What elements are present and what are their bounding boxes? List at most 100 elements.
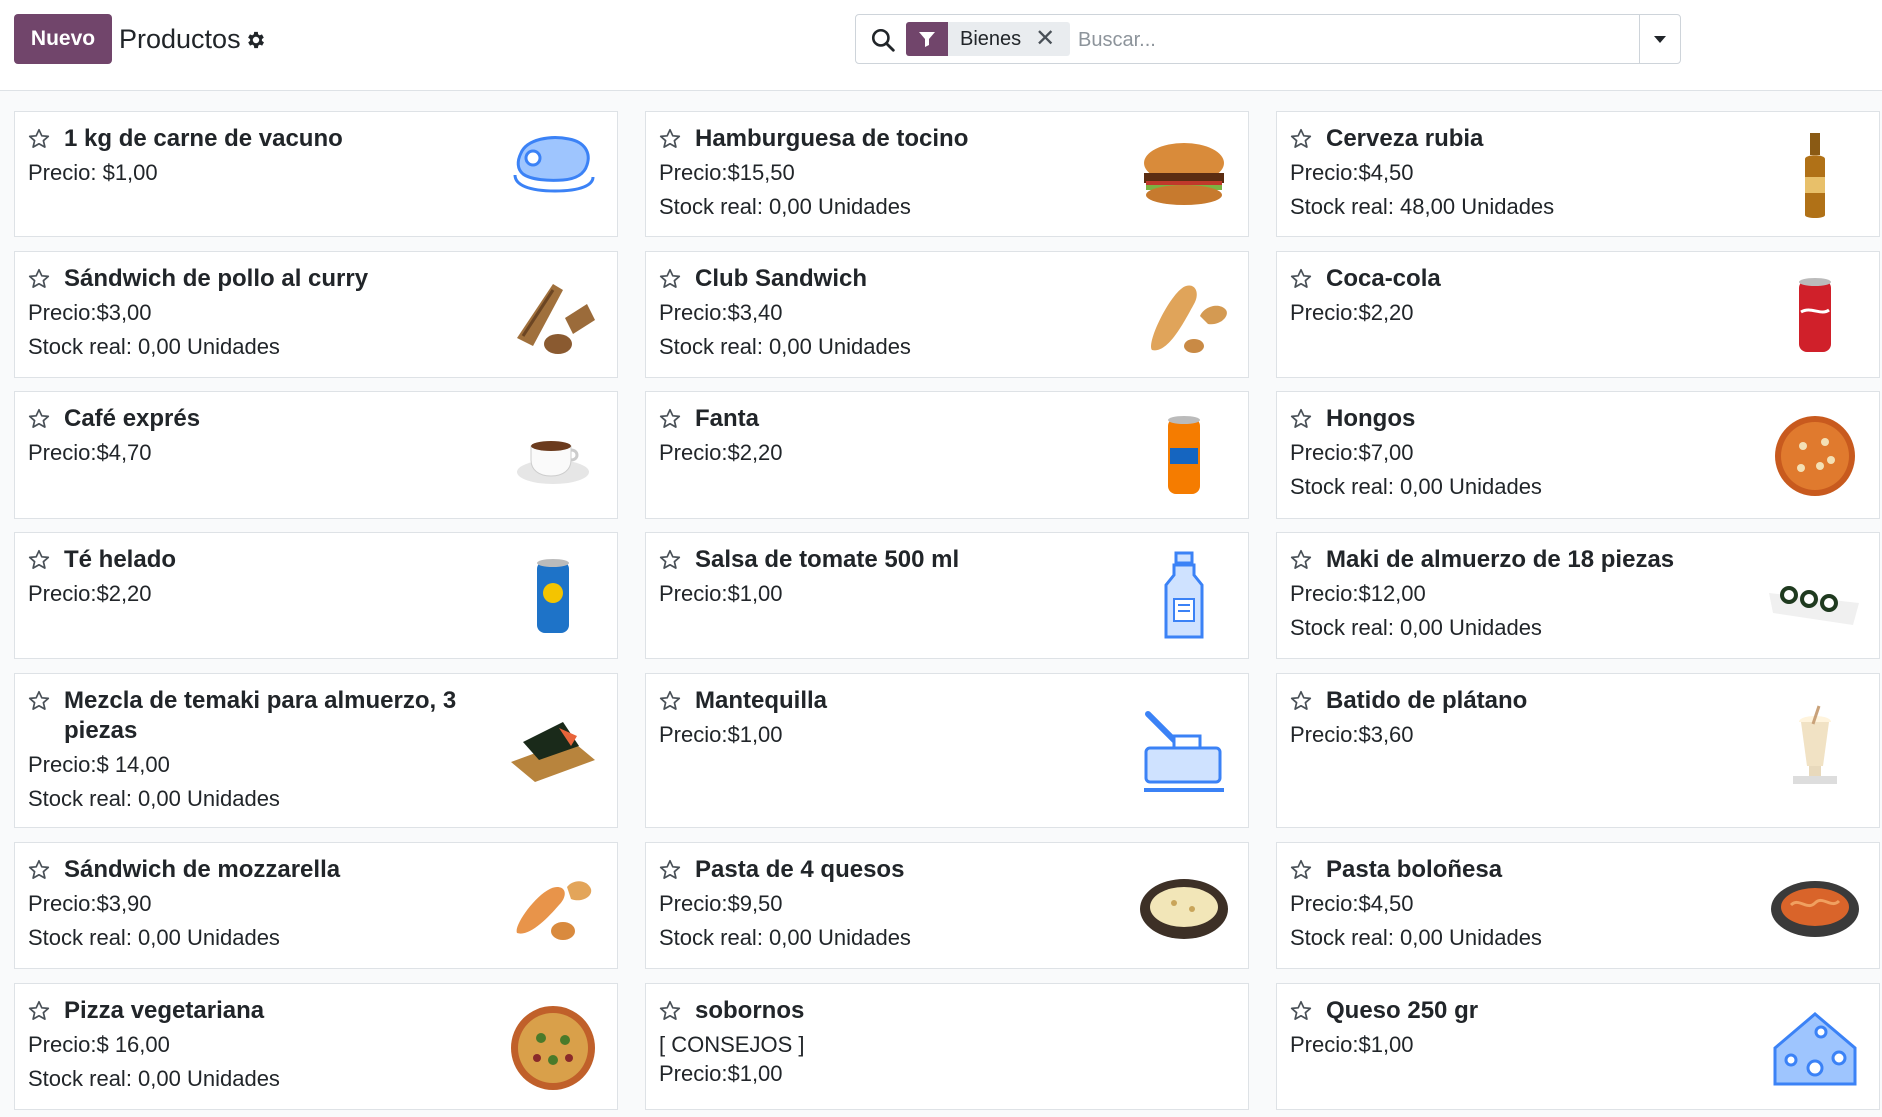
club-sandwich-image [1151, 285, 1227, 353]
caret-down-icon[interactable] [1640, 15, 1680, 63]
product-price: Precio:$1,00 [659, 1061, 783, 1086]
favorite-star-icon[interactable] [658, 407, 682, 431]
iced-tea-can-image [537, 559, 569, 633]
espresso-cup-image [517, 441, 589, 484]
product-stock: Stock real: 0,00 Unidades [659, 925, 911, 950]
product-name: Sándwich de mozzarella [64, 856, 341, 883]
product-card[interactable]: Mezcla de temaki para almuerzo, 3 piezas… [14, 673, 618, 828]
gear-icon[interactable] [245, 29, 267, 51]
product-name: 1 kg de carne de vacuno [64, 125, 343, 152]
favorite-star-icon[interactable] [1289, 999, 1313, 1023]
favorite-star-icon[interactable] [1289, 858, 1313, 882]
product-price: Precio:$ 14,00 [28, 752, 170, 777]
product-name: Té helado [64, 546, 177, 573]
favorite-star-icon[interactable] [658, 858, 682, 882]
product-price: Precio:$3,60 [1290, 722, 1414, 747]
product-price: Precio:$4,70 [28, 440, 152, 465]
search-facet: Bienes ✕ [906, 22, 1070, 56]
favorite-star-icon[interactable] [27, 858, 51, 882]
product-name: Hongos [1326, 405, 1416, 432]
favorite-star-icon[interactable] [27, 127, 51, 151]
product-card[interactable]: Té helado Precio:$2,20 [14, 532, 618, 659]
product-card[interactable]: Sándwich de pollo al curry Precio:$3,00 St… [14, 251, 618, 378]
product-name: Café exprés [64, 405, 201, 432]
product-price: Precio:$9,50 [659, 891, 783, 916]
product-stock: Stock real: 48,00 Unidades [1290, 194, 1555, 219]
product-name: Mantequilla [695, 687, 828, 714]
product-stock: Stock real: 0,00 Unidades [28, 925, 280, 950]
control-panel: Nuevo Productos Bienes ✕ [0, 0, 1882, 91]
favorite-star-icon[interactable] [658, 267, 682, 291]
favorite-star-icon[interactable] [1289, 689, 1313, 713]
product-card[interactable]: Maki de almuerzo de 18 piezas Precio:$12,… [1276, 532, 1880, 659]
product-card[interactable]: Fanta Precio:$2,20 [645, 391, 1249, 519]
sauce-bottle-icon [1164, 551, 1204, 639]
favorite-star-icon[interactable] [658, 999, 682, 1023]
product-name: Salsa de tomate 500 ml [695, 546, 960, 573]
product-name: Queso 250 gr [1326, 997, 1479, 1024]
product-card[interactable]: Salsa de tomate 500 ml Precio:$1,00 [645, 532, 1249, 659]
product-card[interactable]: Sándwich de mozzarella Precio:$3,90 Stock … [14, 842, 618, 969]
product-card[interactable]: Queso 250 gr Precio:$1,00 [1276, 983, 1880, 1110]
product-name: Fanta [695, 405, 760, 432]
product-name: Cerveza rubia [1326, 125, 1484, 152]
product-price: Precio:$2,20 [28, 581, 152, 606]
search-input[interactable] [1076, 23, 1500, 57]
butter-icon [1144, 711, 1224, 792]
favorite-star-icon[interactable] [658, 548, 682, 572]
favorite-star-icon[interactable] [1289, 127, 1313, 151]
product-price: Precio:$15,50 [659, 160, 795, 185]
favorite-star-icon[interactable] [27, 267, 51, 291]
product-name: Sándwich de pollo al curry [64, 265, 369, 292]
product-card[interactable]: Hongos Precio:$7,00 Stock real: 0,00 Unida… [1276, 391, 1880, 519]
product-card[interactable]: Pasta de 4 quesos Precio:$9,50 Stock real:… [645, 842, 1249, 969]
product-card[interactable]: Pasta boloñesa Precio:$4,50 Stock real: 0,… [1276, 842, 1880, 969]
milkshake-image [1793, 705, 1837, 784]
favorite-star-icon[interactable] [1289, 267, 1313, 291]
product-card[interactable]: Batido de plátano Precio:$3,60 [1276, 673, 1880, 828]
favorite-star-icon[interactable] [27, 407, 51, 431]
product-price: Precio: $1,00 [28, 160, 158, 185]
product-card[interactable]: Café exprés Precio:$4,70 [14, 391, 618, 519]
product-stock: Stock real: 0,00 Unidades [659, 334, 911, 359]
mozzarella-sandwich-image [516, 881, 592, 940]
favorite-star-icon[interactable] [27, 999, 51, 1023]
new-button[interactable]: Nuevo [14, 14, 112, 64]
product-card[interactable]: Cerveza rubia Precio:$4,50 Stock real: 48,… [1276, 111, 1880, 237]
product-card[interactable]: sobornos [ CONSEJOS ] Precio:$1,00 [645, 983, 1249, 1110]
product-stock: Stock real: 0,00 Unidades [28, 334, 280, 359]
product-stock: Stock real: 0,00 Unidades [28, 1066, 280, 1091]
product-price: Precio:$3,90 [28, 891, 152, 916]
product-price: Precio:$4,50 [1290, 891, 1414, 916]
favorite-star-icon[interactable] [658, 127, 682, 151]
mushroom-pizza-image [1775, 416, 1855, 496]
product-card[interactable]: Club Sandwich Precio:$3,40 Stock real: 0,0… [645, 251, 1249, 378]
bolognese-pasta-image [1771, 881, 1859, 937]
product-name: Maki de almuerzo de 18 piezas [1326, 546, 1675, 573]
product-price: Precio:$3,00 [28, 300, 152, 325]
product-name: Hamburguesa de tocino [695, 125, 969, 152]
maki-plate-image [1769, 586, 1859, 625]
favorite-star-icon[interactable] [1289, 548, 1313, 572]
favorite-star-icon[interactable] [27, 548, 51, 572]
product-price: Precio:$3,40 [659, 300, 783, 325]
product-name: sobornos [695, 997, 805, 1024]
favorite-star-icon[interactable] [1289, 407, 1313, 431]
favorite-star-icon[interactable] [27, 689, 51, 713]
product-card[interactable]: Hamburguesa de tocino Precio:$15,50 Stock … [645, 111, 1249, 237]
product-card[interactable]: Pizza vegetariana Precio:$ 16,00 Stock rea… [14, 983, 618, 1110]
product-stock: Stock real: 0,00 Unidades [1290, 615, 1542, 640]
product-card[interactable]: 1 kg de carne de vacuno Precio: $1,00 [14, 111, 618, 237]
remove-facet-icon[interactable]: ✕ [1035, 27, 1055, 51]
product-name: Pizza vegetariana [64, 997, 265, 1024]
product-card[interactable]: Mantequilla Precio:$1,00 [645, 673, 1249, 828]
temaki-image [511, 722, 595, 782]
cheese-pasta-image [1140, 879, 1228, 939]
product-price: Precio:$2,20 [1290, 300, 1414, 325]
product-price: Precio:$1,00 [659, 722, 783, 747]
product-card[interactable]: Coca-cola Precio:$2,20 [1276, 251, 1880, 378]
search-icon[interactable] [870, 27, 896, 53]
product-price: Precio:$1,00 [659, 581, 783, 606]
search-bar: Bienes ✕ [855, 14, 1681, 64]
favorite-star-icon[interactable] [658, 689, 682, 713]
